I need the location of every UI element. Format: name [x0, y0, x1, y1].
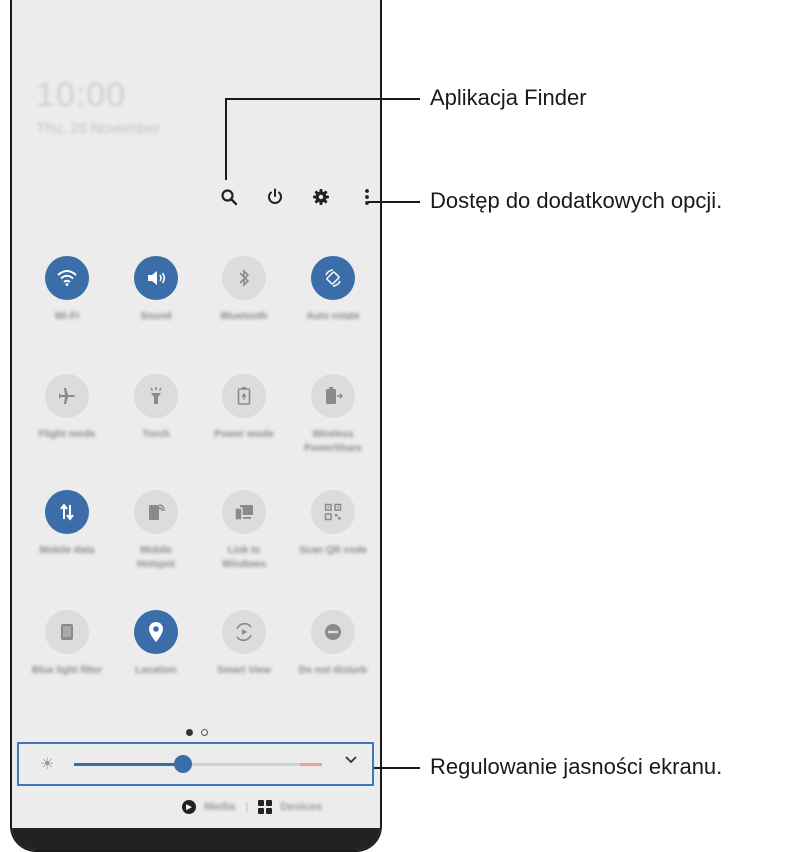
- dnd-icon: [311, 610, 355, 654]
- smartview-icon: [222, 610, 266, 654]
- power-icon[interactable]: [264, 186, 286, 208]
- tile-label: Scan QR code: [299, 545, 367, 556]
- brightness-highlight-box: [17, 742, 374, 786]
- media-button[interactable]: ▶ Media: [182, 800, 235, 814]
- wifi-icon: [45, 256, 89, 300]
- tile-label: Blue light filter: [32, 665, 102, 676]
- tile-label: Torch: [142, 429, 170, 440]
- phone-screen: 10:00 Thu, 28 November Wi-Fi Sound Bluet…: [10, 0, 382, 852]
- tile-power-mode[interactable]: Power mode: [209, 374, 279, 442]
- tile-mobile-hotspot[interactable]: Mobile Hotspot: [121, 490, 191, 572]
- play-icon: ▶: [182, 800, 196, 814]
- tile-label: Smart View: [217, 665, 271, 676]
- tile-label: Mobile Hotspot: [137, 545, 175, 570]
- tile-smart-view[interactable]: Smart View: [209, 610, 279, 678]
- tile-location[interactable]: Location: [121, 610, 191, 678]
- airplane-icon: [45, 374, 89, 418]
- media-devices-bar: ▶ Media | Devices: [182, 800, 322, 814]
- tile-wifi[interactable]: Wi-Fi: [32, 256, 102, 324]
- tile-label: Wireless PowerShare: [304, 429, 362, 454]
- callout-line-finder-horizontal: [225, 98, 420, 100]
- page-indicator: [186, 729, 208, 736]
- tile-do-not-disturb[interactable]: Do not disturb: [298, 610, 368, 678]
- divider: |: [245, 801, 249, 813]
- callout-line-finder-vertical: [225, 98, 227, 180]
- tile-label: Bluetooth: [220, 311, 268, 322]
- tile-mobile-data[interactable]: Mobile data: [32, 490, 102, 558]
- tile-label: Link to Windows: [222, 545, 266, 570]
- battery-icon: [222, 374, 266, 418]
- tile-label: Location: [135, 665, 177, 676]
- data-icon: [45, 490, 89, 534]
- tile-blue-light-filter[interactable]: Blue light filter: [32, 610, 102, 678]
- tile-scan-qr-code[interactable]: Scan QR code: [298, 490, 368, 558]
- sound-icon: [134, 256, 178, 300]
- tile-label: Mobile data: [39, 545, 95, 556]
- callout-finder: Aplikacja Finder: [430, 85, 587, 110]
- page-dot[interactable]: [201, 729, 208, 736]
- bluelight-icon: [45, 610, 89, 654]
- clock-date: Thu, 28 November: [36, 120, 161, 137]
- tile-label: Sound: [140, 311, 172, 322]
- tile-label: Auto rotate: [306, 311, 360, 322]
- bluetooth-icon: [222, 256, 266, 300]
- callout-line-options: [368, 201, 420, 203]
- more-options-icon[interactable]: [356, 186, 378, 208]
- powershare-icon: [311, 374, 355, 418]
- page-dot-active[interactable]: [186, 729, 193, 736]
- devices-icon: [258, 800, 273, 814]
- phone-bezel: [12, 828, 380, 850]
- media-label: Media: [204, 801, 236, 813]
- link-windows-icon: [222, 490, 266, 534]
- tile-wireless-powershare[interactable]: Wireless PowerShare: [298, 374, 368, 456]
- devices-label: Devices: [280, 801, 322, 813]
- hotspot-icon: [134, 490, 178, 534]
- tile-torch[interactable]: Torch: [121, 374, 191, 442]
- tile-label: Do not disturb: [298, 665, 368, 676]
- tile-auto-rotate[interactable]: Auto rotate: [298, 256, 368, 324]
- torch-icon: [134, 374, 178, 418]
- quick-panel: 10:00 Thu, 28 November Wi-Fi Sound Bluet…: [10, 0, 382, 852]
- callout-line-brightness: [374, 767, 420, 769]
- tile-sound[interactable]: Sound: [121, 256, 191, 324]
- tile-label: Power mode: [214, 429, 274, 440]
- quick-panel-actions: [218, 186, 378, 208]
- tile-link-to-windows[interactable]: Link to Windows: [209, 490, 279, 572]
- tile-label: Flight mode: [38, 429, 96, 440]
- callout-brightness: Regulowanie jasności ekranu.: [430, 754, 723, 779]
- search-icon[interactable]: [218, 186, 240, 208]
- tile-label: Wi-Fi: [54, 311, 80, 322]
- devices-button[interactable]: Devices: [258, 800, 322, 814]
- qr-icon: [311, 490, 355, 534]
- location-icon: [134, 610, 178, 654]
- settings-icon[interactable]: [310, 186, 332, 208]
- clock-time: 10:00: [36, 76, 127, 114]
- rotate-icon: [311, 256, 355, 300]
- callout-more-options: Dostęp do dodatkowych opcji.: [430, 188, 723, 213]
- tile-flight-mode[interactable]: Flight mode: [32, 374, 102, 442]
- tile-bluetooth[interactable]: Bluetooth: [209, 256, 279, 324]
